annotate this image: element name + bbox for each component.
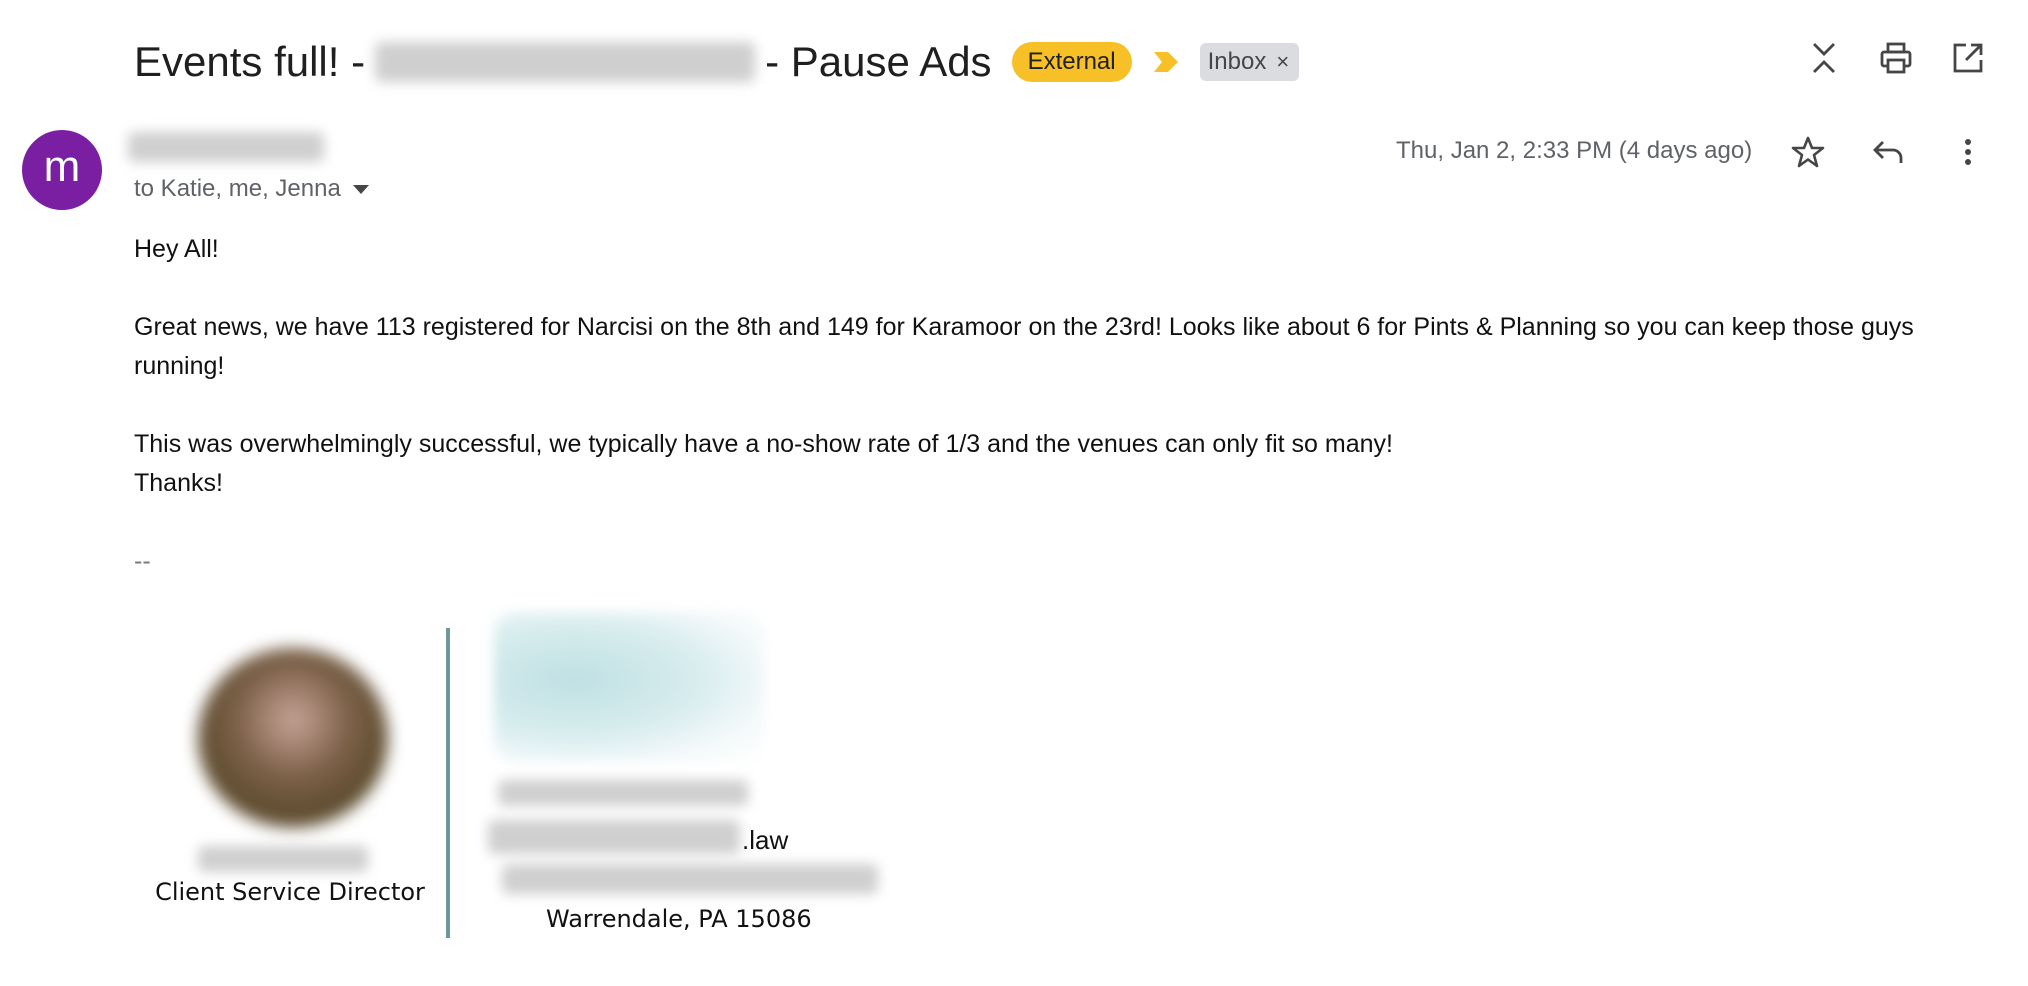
signature-address: Warrendale, PA 15086 <box>546 905 812 933</box>
body-greeting: Hey All! <box>134 235 219 263</box>
email-subject: Events full! - - Pause Ads External Inbo… <box>134 34 1300 90</box>
signature-divider <box>446 628 450 938</box>
signature-photo <box>198 648 388 828</box>
show-details-dropdown-icon[interactable] <box>352 184 369 194</box>
label-chip-inbox: Inbox × <box>1199 43 1300 81</box>
body-paragraph-2: This was overwhelmingly successful, we t… <box>134 430 1393 458</box>
signature-title: Client Service Director <box>155 878 425 906</box>
star-icon[interactable] <box>1790 134 1826 170</box>
message-date: Thu, Jan 2, 2:33 PM (4 days ago) <box>1396 137 1753 164</box>
redacted-signature-name <box>198 846 368 872</box>
remove-label-button[interactable]: × <box>1276 43 1289 81</box>
print-icon[interactable] <box>1878 40 1914 76</box>
body-thanks: Thanks! <box>134 469 223 497</box>
label-chip-text: Inbox <box>1207 48 1267 75</box>
body-paragraph-1: Great news, we have 113 registered for N… <box>134 313 1914 380</box>
external-badge: External <box>1011 42 1132 82</box>
recipients-line: to Katie, me, Jenna <box>134 172 369 206</box>
sender-avatar[interactable]: m <box>22 130 102 210</box>
recipients-text: to Katie, me, Jenna <box>134 175 341 202</box>
redacted-subject-text <box>375 42 756 82</box>
importance-marker-icon[interactable] <box>1152 50 1180 74</box>
message-body: Hey All! Great news, we have 113 registe… <box>134 230 1964 581</box>
redacted-street-address <box>502 864 878 894</box>
company-logo <box>494 612 764 762</box>
subject-suffix: - Pause Ads <box>765 38 992 85</box>
subject-prefix: Events full! - <box>134 38 366 85</box>
more-options-icon[interactable] <box>1950 134 1986 170</box>
reply-icon[interactable] <box>1870 134 1906 170</box>
redacted-email-prefix <box>488 820 740 854</box>
redacted-sender-name <box>128 132 324 162</box>
signature-email-domain[interactable]: .law <box>742 823 788 857</box>
collapse-all-icon[interactable] <box>1806 40 1842 76</box>
open-in-new-window-icon[interactable] <box>1950 40 1986 76</box>
redacted-phone <box>498 780 748 806</box>
signature-separator: -- <box>134 547 151 575</box>
